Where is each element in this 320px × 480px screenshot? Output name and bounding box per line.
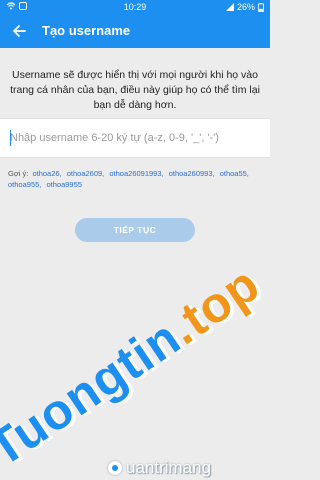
suggestion-item[interactable]: othoa26091993, <box>109 169 163 178</box>
suggestion-item[interactable]: othoa9955 <box>46 180 81 189</box>
watermark-sub-text: uantrimang <box>126 458 212 477</box>
arrow-left-icon <box>13 25 26 37</box>
watermark-q-icon <box>108 461 122 475</box>
back-button[interactable] <box>6 18 32 44</box>
username-description: Username sẽ được hiển thị với mọi người … <box>10 69 260 111</box>
watermark-sub: uantrimang <box>108 458 211 478</box>
continue-button[interactable]: TIẾP TỤC <box>75 218 195 242</box>
watermark-part-1: Tuong <box>0 344 138 478</box>
suggestion-item[interactable]: othoa2609, <box>67 169 105 178</box>
battery-percent: 26% <box>236 2 255 12</box>
watermark-part-2: tin <box>105 308 191 392</box>
watermark: Tuongtin.top uantrimang <box>0 255 290 480</box>
username-field-container <box>0 118 270 158</box>
suggestion-item[interactable]: othoa26, <box>32 169 61 178</box>
signal-icon <box>225 3 234 11</box>
watermark-logo-text: Tuongtin.top <box>0 254 270 478</box>
page-title: Tạo username <box>42 23 131 38</box>
battery-icon <box>258 2 264 12</box>
suggestion-item[interactable]: othoa260993, <box>169 169 215 178</box>
suggestions: Gợi ý: othoa26, othoa2609, othoa26091993… <box>8 168 264 190</box>
status-bar: 10:29 26% <box>0 0 270 14</box>
watermark-part-3: .top <box>158 255 270 356</box>
username-input[interactable] <box>0 119 270 157</box>
text-caret <box>10 130 11 146</box>
status-icons-right: 26% <box>225 2 264 12</box>
suggestion-item[interactable]: othoa955, <box>8 180 41 189</box>
app-bar: Tạo username <box>0 14 270 48</box>
suggestions-label: Gợi ý: <box>8 169 29 178</box>
suggestion-item[interactable]: othoa55, <box>220 169 249 178</box>
